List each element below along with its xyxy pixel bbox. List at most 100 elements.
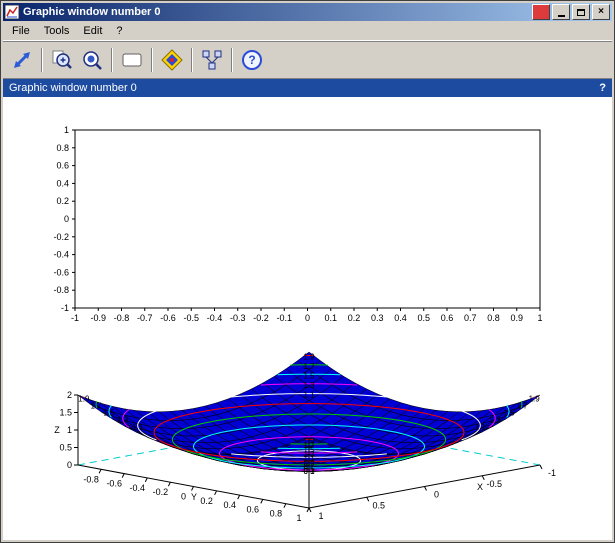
svg-text:1.3: 1.3 [490, 416, 502, 425]
infobar-help[interactable]: ? [599, 82, 606, 94]
svg-text:0.6: 0.6 [247, 504, 260, 514]
svg-text:0.1: 0.1 [324, 313, 337, 323]
svg-text:1.7: 1.7 [303, 362, 315, 371]
svg-text:1.3: 1.3 [117, 416, 129, 425]
annotation-button[interactable] [117, 45, 147, 75]
svg-text:1: 1 [318, 511, 323, 521]
svg-text:-0.8: -0.8 [114, 313, 130, 323]
minimize-icon [558, 15, 565, 17]
svg-text:0: 0 [305, 313, 310, 323]
svg-text:1.9: 1.9 [303, 353, 315, 362]
svg-text:-0.4: -0.4 [130, 483, 146, 493]
svg-text:0.2: 0.2 [56, 196, 69, 206]
svg-text:0.9: 0.9 [510, 313, 523, 323]
redraw-button[interactable] [7, 45, 37, 75]
svg-text:1.7: 1.7 [90, 402, 102, 411]
svg-text:0: 0 [181, 492, 186, 502]
svg-text:0.8: 0.8 [56, 143, 69, 153]
graphic-window: Graphic window number 0 × File Tools Edi… [0, 0, 615, 543]
svg-text:0.4: 0.4 [56, 178, 69, 188]
svg-text:0.5: 0.5 [372, 500, 385, 510]
toolbar-separator [111, 48, 113, 72]
svg-text:0.3: 0.3 [371, 313, 384, 323]
svg-text:0.8: 0.8 [270, 509, 283, 519]
window-title: Graphic window number 0 [23, 6, 530, 18]
rotate-3d-icon [160, 48, 184, 72]
svg-text:-0.6: -0.6 [160, 313, 176, 323]
svg-text:0.7: 0.7 [464, 313, 477, 323]
toolbar-separator [191, 48, 193, 72]
zoom-out-button[interactable] [77, 45, 107, 75]
svg-text:-0.4: -0.4 [53, 250, 69, 260]
svg-text:-0.7: -0.7 [137, 313, 153, 323]
toolbar-separator [41, 48, 43, 72]
svg-text:?: ? [248, 53, 255, 67]
svg-text:-0.5: -0.5 [486, 479, 502, 489]
svg-text:-1: -1 [71, 313, 79, 323]
svg-text:-0.8: -0.8 [53, 285, 69, 295]
svg-text:1: 1 [64, 125, 69, 135]
svg-text:-0.2: -0.2 [53, 232, 69, 242]
svg-text:1.5: 1.5 [303, 371, 315, 380]
svg-text:0.2: 0.2 [348, 313, 361, 323]
infobar-title: Graphic window number 0 [9, 82, 137, 94]
svg-text:-0.6: -0.6 [106, 479, 122, 489]
menu-tools[interactable]: Tools [37, 23, 77, 39]
svg-text:1.9: 1.9 [303, 436, 315, 445]
minimize-button[interactable] [552, 4, 570, 20]
menu-edit[interactable]: Edit [76, 23, 109, 39]
svg-text:-1: -1 [61, 303, 69, 313]
menu-help[interactable]: ? [109, 23, 129, 39]
svg-text:0.4: 0.4 [223, 500, 236, 510]
svg-text:0: 0 [434, 490, 439, 500]
toolbar: ? [3, 41, 612, 79]
window-icon [5, 5, 19, 19]
help-icon: ? [240, 48, 264, 72]
zoom-in-button[interactable] [47, 45, 77, 75]
svg-text:1.1: 1.1 [475, 423, 487, 432]
svg-text:-0.3: -0.3 [230, 313, 246, 323]
zoom-out-icon [80, 48, 104, 72]
menu-file[interactable]: File [5, 23, 37, 39]
title-bar[interactable]: Graphic window number 0 × [3, 3, 612, 21]
svg-text:-0.2: -0.2 [253, 313, 269, 323]
svg-text:-0.9: -0.9 [90, 313, 106, 323]
ged-icon [200, 48, 224, 72]
svg-text:1: 1 [296, 513, 301, 523]
svg-text:0: 0 [64, 214, 69, 224]
svg-text:0.6: 0.6 [56, 161, 69, 171]
rotate-3d-button[interactable] [157, 45, 187, 75]
svg-text:0.8: 0.8 [487, 313, 500, 323]
info-bar: Graphic window number 0 ? [3, 79, 612, 97]
svg-text:-1: -1 [548, 468, 556, 478]
svg-text:1.9: 1.9 [529, 395, 541, 404]
close-button[interactable]: × [592, 4, 610, 20]
svg-text:1.7: 1.7 [516, 402, 528, 411]
svg-text:2: 2 [67, 390, 72, 400]
zoom-in-icon [50, 48, 74, 72]
svg-text:-0.1: -0.1 [276, 313, 292, 323]
svg-text:1.1: 1.1 [132, 423, 144, 432]
window-controls: × [530, 4, 610, 20]
ged-button[interactable] [197, 45, 227, 75]
redraw-icon [10, 48, 34, 72]
help-button[interactable]: ? [237, 45, 267, 75]
maximize-icon [577, 9, 585, 16]
toolbar-separator [231, 48, 233, 72]
svg-text:1.5: 1.5 [503, 409, 515, 418]
svg-text:0.6: 0.6 [441, 313, 454, 323]
svg-text:1.5: 1.5 [59, 408, 72, 418]
svg-text:0.5: 0.5 [59, 443, 72, 453]
graphics-canvas[interactable]: -1 -0.9 -0.8 -0.7 -0.6 -0.5 -0.4 -0.3 -0.2 -0.1 0 0… [3, 97, 612, 540]
svg-text:-0.5: -0.5 [183, 313, 199, 323]
svg-text:-0.4: -0.4 [207, 313, 223, 323]
svg-text:Y: Y [191, 492, 197, 502]
maximize-button[interactable] [572, 4, 590, 20]
svg-text:0.4: 0.4 [394, 313, 407, 323]
svg-text:1.5: 1.5 [103, 409, 115, 418]
titlebar-red-button[interactable] [532, 4, 550, 20]
svg-text:X: X [477, 482, 483, 492]
svg-text:0: 0 [67, 460, 72, 470]
svg-text:Z: Z [54, 425, 60, 435]
svg-text:1: 1 [537, 313, 542, 323]
